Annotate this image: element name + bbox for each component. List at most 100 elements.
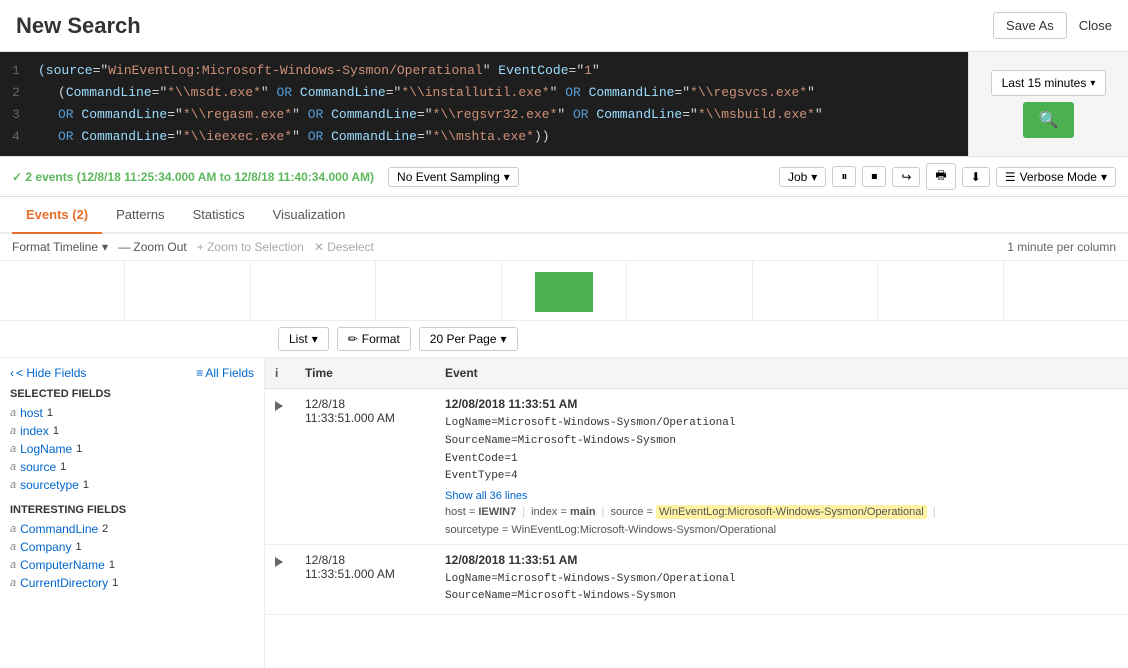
event-date: 12/8/18: [305, 553, 435, 567]
code-editor[interactable]: 1 (source="WinEventLog:Microsoft-Windows…: [0, 52, 968, 156]
pause-button[interactable]: ⏸: [832, 166, 856, 187]
field-company[interactable]: a Company 1: [10, 538, 254, 556]
field-host[interactable]: a host 1: [10, 404, 254, 422]
sampling-chevron-icon: ▾: [504, 170, 510, 184]
tag-sourcetype[interactable]: sourcetype = WinEventLog:Microsoft-Windo…: [445, 524, 776, 536]
format-timeline-chevron-icon: ▾: [102, 240, 108, 254]
field-commandline[interactable]: a CommandLine 2: [10, 520, 254, 538]
save-as-button[interactable]: Save As: [993, 12, 1067, 39]
all-fields-label: All Fields: [205, 366, 254, 380]
search-button[interactable]: 🔍: [1023, 102, 1075, 138]
sampling-button[interactable]: No Event Sampling ▾: [388, 167, 519, 187]
selected-fields-section: SELECTED FIELDS a host 1 a index 1 a Log…: [10, 388, 254, 494]
td-time: 12/8/18 11:33:51.000 AM: [305, 397, 435, 425]
selected-fields-title: SELECTED FIELDS: [10, 388, 254, 400]
line-number: 2: [12, 82, 26, 104]
code-text: OR CommandLine="*\\ieexec.exe*" OR Comma…: [38, 126, 550, 148]
list-chevron-icon: ▾: [312, 332, 318, 346]
per-column-label: 1 minute per column: [1007, 240, 1116, 254]
verbose-label: Verbose Mode: [1020, 170, 1097, 184]
event-detail-line: LogName=Microsoft-Windows-Sysmon/Operati…: [445, 571, 1118, 589]
field-logname[interactable]: a LogName 1: [10, 440, 254, 458]
interesting-fields-section: INTERESTING FIELDS a CommandLine 2 a Com…: [10, 504, 254, 592]
event-detail-line: EventCode=1: [445, 451, 1118, 469]
tag-host[interactable]: host = IEWIN7: [445, 506, 516, 518]
row-expand-button[interactable]: [275, 399, 295, 414]
table-row: 12/8/18 11:33:51.000 AM 12/08/2018 11:33…: [265, 545, 1128, 615]
list-label: List: [289, 332, 308, 346]
tab-patterns[interactable]: Patterns: [102, 197, 178, 234]
list-view-button[interactable]: List ▾: [278, 327, 329, 351]
tag-separator: |: [602, 506, 605, 518]
field-index[interactable]: a index 1: [10, 422, 254, 440]
code-line-1: 1 (source="WinEventLog:Microsoft-Windows…: [12, 60, 956, 82]
verbose-mode-button[interactable]: ☰ Verbose Mode ▾: [996, 167, 1116, 187]
zoom-out-label: — Zoom Out: [118, 240, 187, 254]
field-count: 2: [102, 523, 108, 535]
field-sourcetype[interactable]: a sourcetype 1: [10, 476, 254, 494]
job-label: Job: [788, 170, 807, 184]
field-name[interactable]: index: [20, 424, 49, 438]
tabs-bar: Events (2) Patterns Statistics Visualiza…: [0, 197, 1128, 234]
deselect-label: ✕ Deselect: [314, 240, 374, 254]
all-fields-button[interactable]: ≡ All Fields: [196, 366, 254, 380]
code-text: (CommandLine="*\\msdt.exe*" OR CommandLi…: [38, 82, 815, 104]
tab-events[interactable]: Events (2): [12, 197, 102, 234]
field-name[interactable]: CommandLine: [20, 522, 98, 536]
time-range-button[interactable]: Last 15 minutes ▾: [991, 70, 1107, 96]
event-detail-line: EventType=4: [445, 468, 1118, 486]
code-text: (source="WinEventLog:Microsoft-Windows-S…: [38, 60, 600, 82]
field-name[interactable]: source: [20, 460, 56, 474]
tab-visualization[interactable]: Visualization: [259, 197, 360, 234]
field-name[interactable]: LogName: [20, 442, 72, 456]
field-source[interactable]: a source 1: [10, 458, 254, 476]
sampling-label: No Event Sampling: [397, 170, 500, 184]
field-currentdirectory[interactable]: a CurrentDirectory 1: [10, 574, 254, 592]
format-timeline-button[interactable]: Format Timeline ▾: [12, 240, 108, 254]
field-type-icon: a: [10, 577, 16, 589]
tag-separator: |: [933, 506, 936, 518]
line-number: 1: [12, 60, 26, 82]
field-name[interactable]: Company: [20, 540, 71, 554]
header-actions: Save As Close: [993, 12, 1112, 39]
tag-index[interactable]: index = main: [531, 506, 596, 518]
main-content: ‹ < Hide Fields ≡ All Fields SELECTED FI…: [0, 358, 1128, 668]
zoom-selection-button[interactable]: + Zoom to Selection: [197, 240, 304, 254]
close-button[interactable]: Close: [1079, 18, 1112, 33]
tag-source[interactable]: source = WinEventLog:Microsoft-Windows-S…: [610, 506, 926, 518]
job-chevron-icon: ▾: [811, 170, 817, 184]
deselect-button[interactable]: ✕ Deselect: [314, 240, 374, 254]
per-page-button[interactable]: 20 Per Page ▾: [419, 327, 518, 351]
field-type-icon: a: [10, 443, 16, 455]
results-table: i Time Event 12/8/18 11:33:51.000 AM 12/…: [265, 358, 1128, 668]
export-button[interactable]: ⬇: [962, 167, 990, 187]
field-computername[interactable]: a ComputerName 1: [10, 556, 254, 574]
share-button[interactable]: ↪: [892, 167, 920, 187]
zoom-selection-label: + Zoom to Selection: [197, 240, 304, 254]
tab-statistics[interactable]: Statistics: [179, 197, 259, 234]
stop-button[interactable]: ⏹: [862, 166, 886, 187]
table-header: i Time Event: [265, 358, 1128, 389]
event-details: LogName=Microsoft-Windows-Sysmon/Operati…: [445, 571, 1118, 606]
field-name[interactable]: host: [20, 406, 43, 420]
search-toolbar: ✓ 2 events (12/8/18 11:25:34.000 AM to 1…: [0, 157, 1128, 197]
event-time: 11:33:51.000 AM: [305, 411, 435, 425]
show-all-lines-button[interactable]: Show all 36 lines: [445, 490, 1118, 502]
event-details: LogName=Microsoft-Windows-Sysmon/Operati…: [445, 415, 1118, 485]
timeline-grid: [0, 261, 1128, 320]
code-line-2: 2 (CommandLine="*\\msdt.exe*" OR Command…: [12, 82, 956, 104]
print-button[interactable]: 🖶: [926, 163, 955, 190]
hide-fields-button[interactable]: ‹ < Hide Fields: [10, 366, 86, 380]
format-timeline-label: Format Timeline: [12, 240, 98, 254]
format-button[interactable]: ✏ Format: [337, 327, 411, 351]
field-name[interactable]: sourcetype: [20, 478, 79, 492]
timeline-chart: [0, 261, 1128, 321]
time-range-label: Last 15 minutes: [1002, 76, 1087, 90]
field-name[interactable]: ComputerName: [20, 558, 105, 572]
job-button[interactable]: Job ▾: [779, 167, 826, 187]
pencil-icon: ✏: [348, 332, 358, 346]
zoom-out-button[interactable]: — Zoom Out: [118, 240, 187, 254]
row-expand-button[interactable]: [275, 555, 295, 570]
field-name[interactable]: CurrentDirectory: [20, 576, 108, 590]
sidebar: ‹ < Hide Fields ≡ All Fields SELECTED FI…: [0, 358, 265, 668]
